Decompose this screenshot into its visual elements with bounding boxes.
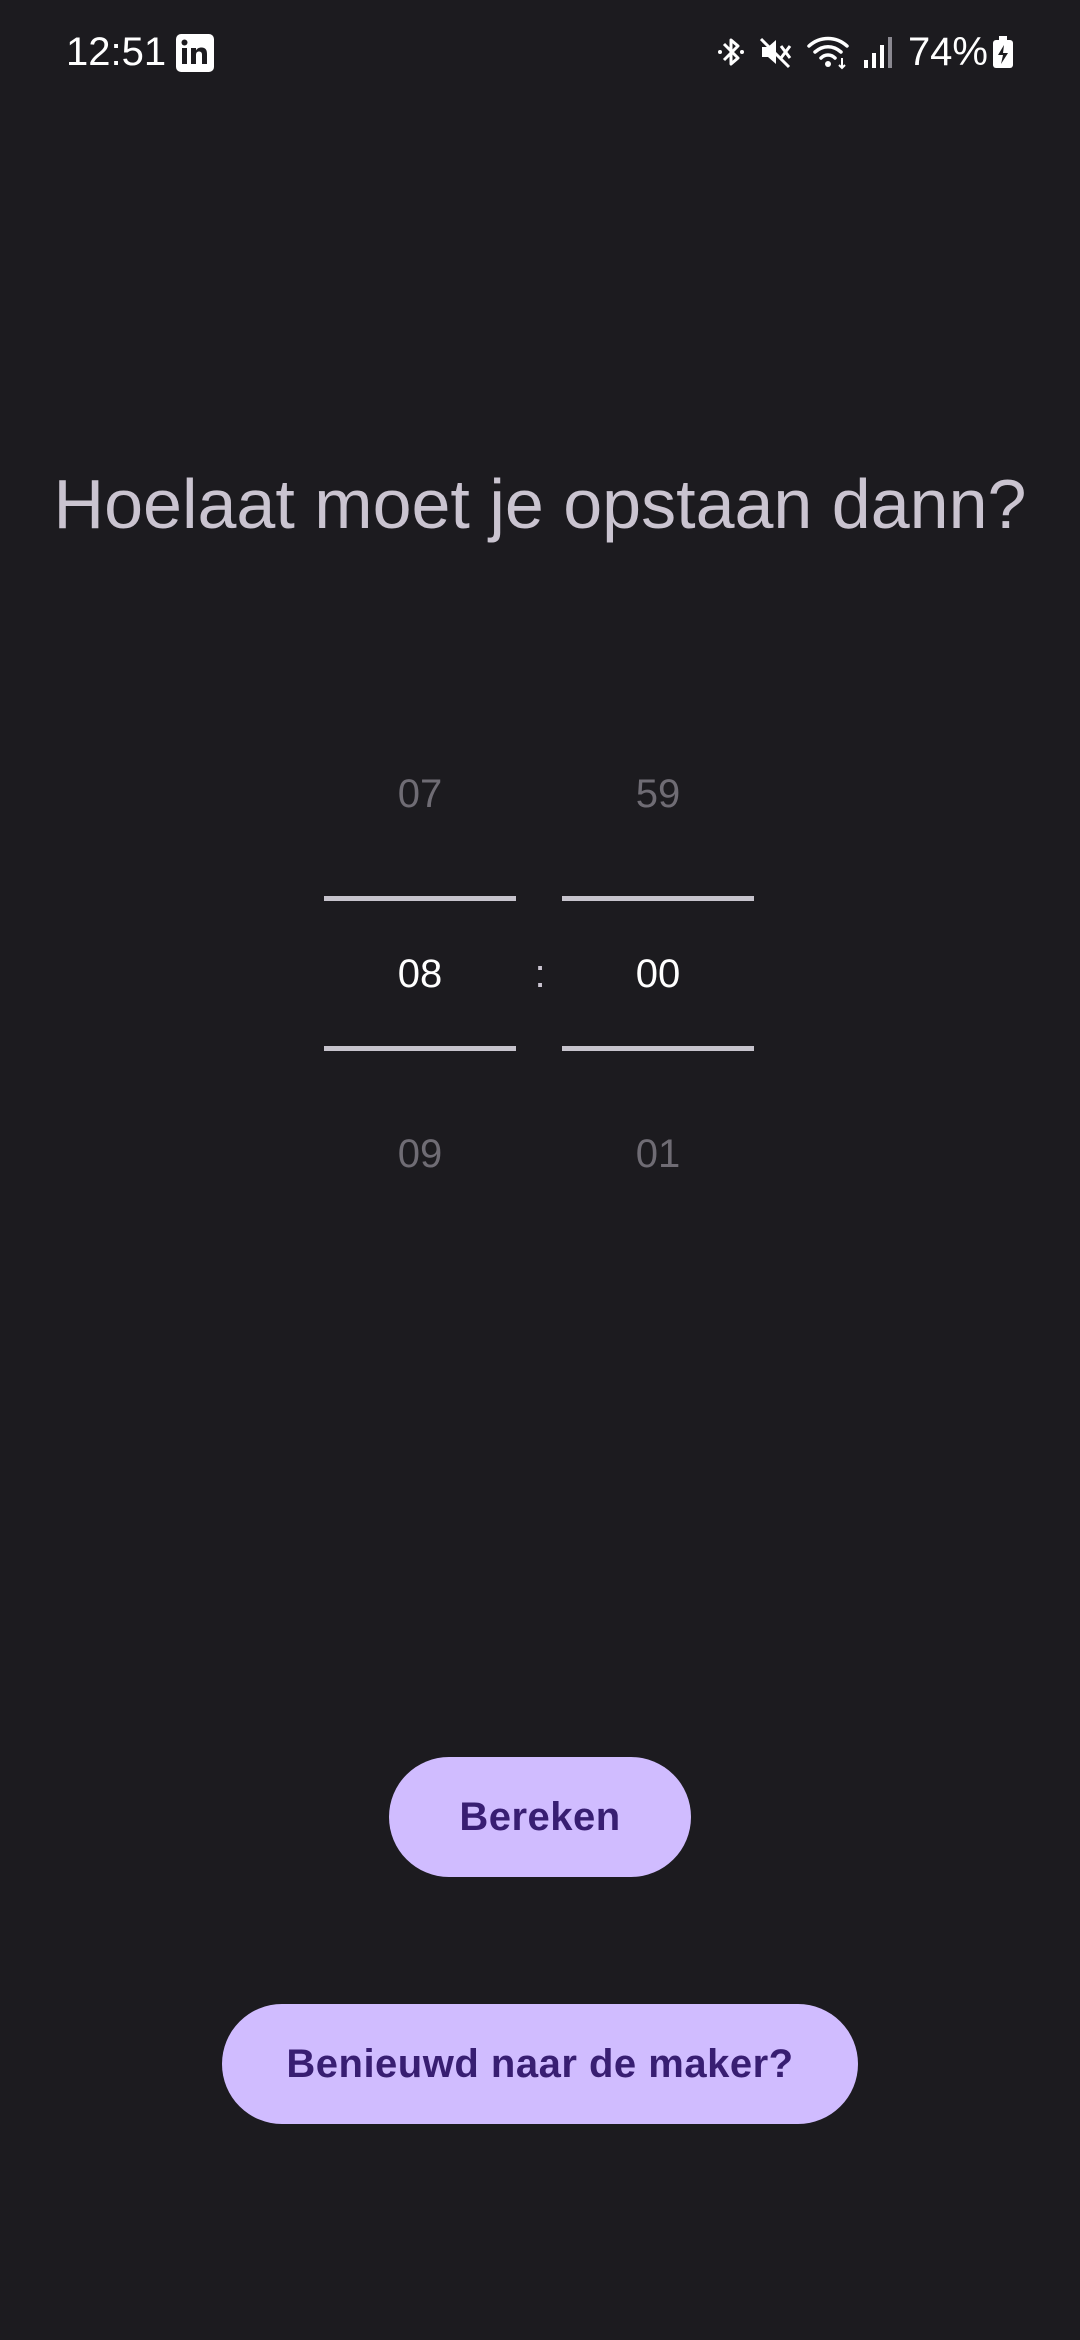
bluetooth-icon [717, 38, 744, 66]
battery-percent: 74% [907, 30, 988, 74]
calculate-button[interactable]: Bereken [389, 1757, 691, 1877]
page-title: Hoelaat moet je opstaan dann? [53, 465, 1027, 543]
about-maker-button[interactable]: Benieuwd naar de maker? [222, 2004, 858, 2124]
wifi-icon [807, 36, 849, 70]
linkedin-icon [176, 34, 214, 72]
minute-selected[interactable]: 00 [562, 946, 754, 1002]
status-icons: 74% [704, 26, 1014, 78]
mute-icon [759, 37, 792, 69]
battery-charging-icon [993, 36, 1013, 68]
minute-selection-line-bottom [562, 1046, 754, 1051]
hour-selection-line-top [324, 896, 516, 901]
minute-next[interactable]: 01 [562, 1126, 754, 1182]
minute-previous[interactable]: 59 [562, 766, 754, 822]
hour-selection-line-bottom [324, 1046, 516, 1051]
hour-selected[interactable]: 08 [324, 946, 516, 1002]
signal-icon [863, 37, 892, 68]
time-separator: : [534, 952, 546, 996]
hour-next[interactable]: 09 [324, 1126, 516, 1182]
status-bar: 12:51 74% [0, 0, 1080, 106]
hour-previous[interactable]: 07 [324, 766, 516, 822]
status-time: 12:51 [66, 30, 167, 74]
minute-selection-line-top [562, 896, 754, 901]
